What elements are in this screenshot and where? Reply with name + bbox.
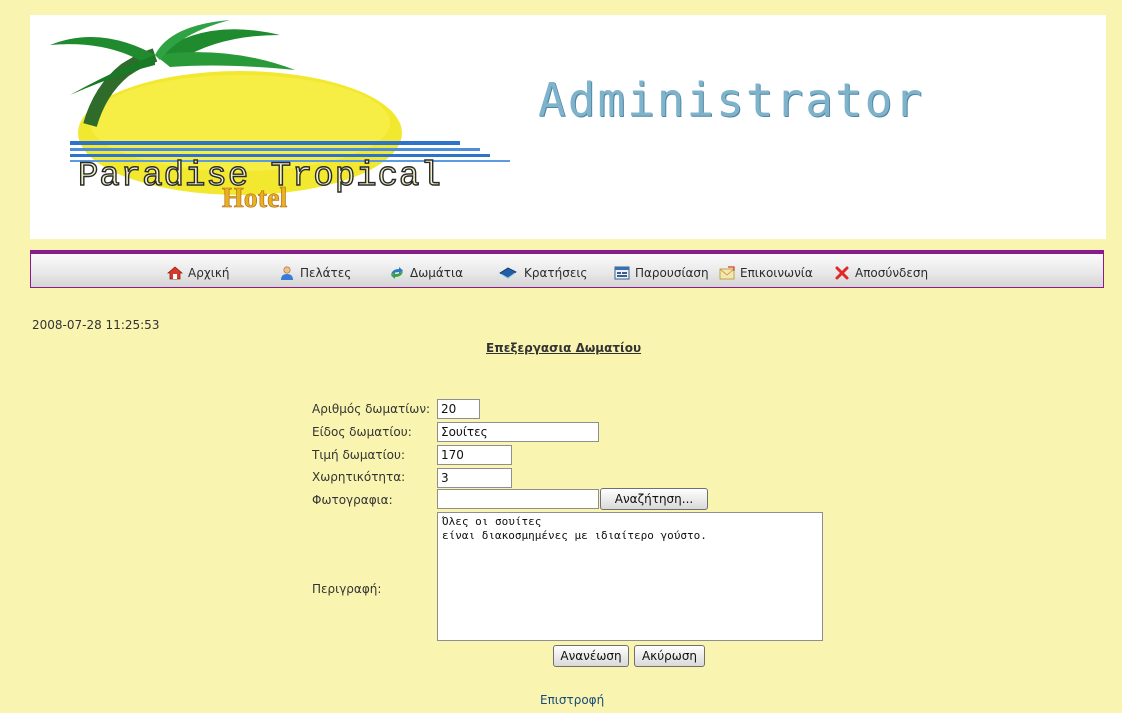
home-icon: [167, 266, 183, 280]
nav-item-logout[interactable]: Αποσύνδεση: [834, 264, 928, 282]
photo-label: Φωτογραφια:: [312, 493, 393, 507]
room-count-input[interactable]: [437, 399, 480, 419]
nav-item-customers[interactable]: Πελάτες: [279, 264, 351, 282]
close-icon: [835, 266, 849, 280]
description-label: Περιγραφή:: [312, 582, 382, 596]
nav-label-home: Αρχική: [188, 266, 230, 280]
browse-button[interactable]: Αναζήτηση...: [600, 488, 708, 510]
page-title: Επεξεργασια Δωματίου: [486, 341, 642, 355]
update-button[interactable]: Ανανέωση: [553, 645, 629, 667]
nav-item-home[interactable]: Αρχική: [167, 264, 230, 282]
room-type-label: Είδος δωματίου:: [312, 425, 412, 439]
room-price-input[interactable]: [437, 445, 512, 465]
user-icon: [281, 266, 293, 280]
nav-item-rooms[interactable]: Δωμάτια: [389, 264, 463, 282]
main-nav: Αρχική Πελάτες Δωμάτια Κρατήσεις Παρουσί…: [30, 250, 1104, 288]
photo-file-input[interactable]: [437, 489, 599, 509]
hotel-logo: [50, 20, 510, 195]
hotel-word: Hotel: [222, 183, 288, 215]
cancel-button[interactable]: Ακύρωση: [634, 645, 705, 667]
capacity-input[interactable]: [437, 468, 512, 488]
nav-item-reservations[interactable]: Κρατήσεις: [497, 264, 587, 282]
capacity-label: Χωρητικότητα:: [312, 470, 406, 484]
presentation-icon: [614, 266, 630, 280]
back-link[interactable]: Επιστροφή: [540, 693, 604, 707]
nav-label-contact: Επικοινωνία: [740, 266, 813, 280]
nav-label-presentation: Παρουσίαση: [635, 266, 709, 280]
nav-label-customers: Πελάτες: [300, 266, 352, 280]
description-textarea[interactable]: Όλες οι σουίτες είναι διακοσμημένες με ι…: [437, 512, 823, 641]
header-banner: Administrator Paradise Tropical Hotel: [30, 15, 1106, 239]
rooms-icon: [391, 267, 403, 279]
nav-label-logout: Αποσύνδεση: [855, 266, 929, 280]
nav-label-rooms: Δωμάτια: [410, 266, 463, 280]
room-price-label: Τιμή δωματίου:: [312, 448, 405, 462]
nav-item-contact[interactable]: Επικοινωνία: [719, 264, 813, 282]
nav-item-presentation[interactable]: Παρουσίαση: [614, 264, 709, 282]
nav-label-reservations: Κρατήσεις: [524, 266, 588, 280]
mail-icon: [719, 266, 735, 280]
admin-title: Administrator: [538, 73, 925, 127]
timestamp: 2008-07-28 11:25:53: [32, 318, 160, 332]
book-icon: [499, 267, 517, 279]
room-type-input[interactable]: [437, 422, 599, 442]
room-count-label: Αριθμός δωματίων:: [312, 402, 431, 416]
